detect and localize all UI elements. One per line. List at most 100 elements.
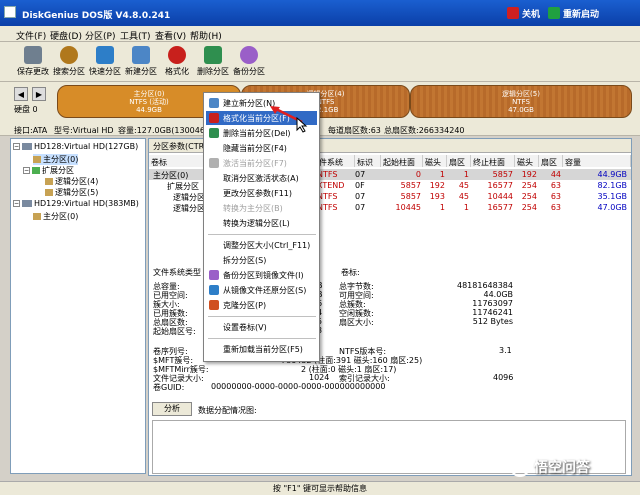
delete-icon <box>204 46 222 64</box>
blank-icon <box>209 218 219 228</box>
table-cell: 82.1GB <box>597 181 628 190</box>
table-cell: 16577 <box>487 203 513 212</box>
table-cell: 63 <box>550 181 561 190</box>
blank-icon <box>209 255 219 265</box>
col-sector-1[interactable]: 扇区 <box>447 155 471 167</box>
menu-tools[interactable]: 工具(T) <box>120 29 151 42</box>
table-cell: 5857 <box>492 170 513 179</box>
menu-view[interactable]: 查看(V) <box>155 29 186 42</box>
tree-logical-partition-5[interactable]: 逻辑分区(5) <box>45 187 98 198</box>
menu-item-label: 隐藏当前分区(F4) <box>223 143 287 153</box>
tree-extended-partition[interactable]: − 扩展分区 <box>23 165 74 176</box>
context-menu-item[interactable]: 克隆分区(P) <box>206 298 317 312</box>
menu-disk[interactable]: 硬盘(D) <box>50 29 82 42</box>
col-sector-2[interactable]: 扇区 <box>539 155 563 167</box>
partition-segment-5[interactable]: 逻辑分区(5) NTFS 47.0GB <box>410 85 632 118</box>
context-menu-item[interactable]: 调整分区大小(Ctrl_F11) <box>206 238 317 252</box>
tree-primary-partition-0[interactable]: 主分区(0) <box>33 154 79 165</box>
tree-logical-partition-4[interactable]: 逻辑分区(4) <box>45 176 98 187</box>
menu-partition[interactable]: 分区(P) <box>85 29 115 42</box>
context-menu-item[interactable]: 从镜像文件还原分区(S) <box>206 283 317 297</box>
context-menu-item[interactable]: 重新加载当前分区(F5) <box>206 342 317 356</box>
new-partition-icon <box>132 46 150 64</box>
context-menu-item[interactable]: 设置卷标(V) <box>206 320 317 334</box>
menu-item-label: 备份分区到镜像文件(I) <box>223 270 304 280</box>
col-filesystem[interactable]: 件系统 <box>317 155 355 167</box>
table-cell: 5857 <box>400 181 421 190</box>
table-cell: 47.0GB <box>597 203 628 212</box>
shutdown-button[interactable]: 关机 <box>507 6 540 20</box>
search-icon <box>60 46 78 64</box>
toolbar: 保存更改 搜索分区 快速分区 新建分区 格式化 删除分区 备份分区 <box>0 42 640 82</box>
table-cell: 1 <box>463 203 469 212</box>
table-cell: 0 <box>415 170 421 179</box>
collapse-icon[interactable]: − <box>13 143 20 150</box>
title-bar: DiskGenius DOS版 V4.8.0.241 关机 重新启动 <box>0 0 640 26</box>
collapse-icon[interactable]: − <box>13 200 20 207</box>
blank-icon <box>209 173 219 183</box>
menu-item-label: 激活当前分区(F7) <box>223 158 287 168</box>
disk-label: 硬盘 0 <box>14 105 38 114</box>
tree-disk-hd129[interactable]: − HD129:Virtual HD(383MB) <box>13 199 139 208</box>
analyze-button[interactable]: 分析 <box>152 402 192 416</box>
backup-partition-button[interactable]: 备份分区 <box>228 44 270 82</box>
tree-disk-hd128[interactable]: − HD128:Virtual HD(127GB) <box>13 142 138 151</box>
table-cell: 192 <box>429 181 445 190</box>
restart-button[interactable]: 重新启动 <box>548 6 599 20</box>
context-menu-item: 激活当前分区(F7) <box>206 156 317 170</box>
partition-icon <box>33 156 41 163</box>
context-menu-item[interactable]: 备份分区到镜像文件(I) <box>206 268 317 282</box>
info-value: 11746241 <box>472 308 513 317</box>
power-icon <box>507 7 519 19</box>
context-menu-item[interactable]: 隐藏当前分区(F4) <box>206 141 317 155</box>
tab-partition-params[interactable]: 分区参数(CTRL <box>153 141 209 152</box>
menu-item-label: 从镜像文件还原分区(S) <box>223 285 307 295</box>
col-id[interactable]: 标识 <box>355 155 381 167</box>
menu-help[interactable]: 帮助(H) <box>190 29 222 42</box>
col-end-cyl[interactable]: 终止柱面 <box>471 155 515 167</box>
app-icon <box>4 6 16 18</box>
context-menu-item[interactable]: 拆分分区(S) <box>206 253 317 267</box>
table-cell: 63 <box>550 203 561 212</box>
table-cell: NTFS <box>317 170 338 179</box>
table-cell: XTEND <box>317 181 345 190</box>
mouse-cursor-icon <box>296 117 308 133</box>
context-menu-item[interactable]: 更改分区参数(F11) <box>206 186 317 200</box>
menu-separator <box>208 234 316 235</box>
sectors-per-track-text: 每道扇区数:63 <box>328 126 381 135</box>
table-cell: 5857 <box>400 192 421 201</box>
menu-item-label: 转换为逻辑分区(L) <box>223 218 290 228</box>
table-cell: 07 <box>355 192 366 201</box>
model-text: 型号:Virtual HD <box>54 126 114 135</box>
info-value: 11763097 <box>472 299 513 308</box>
info-value: 512 Bytes <box>472 317 513 326</box>
menu-file[interactable]: 文件(F) <box>16 29 46 42</box>
prev-disk-button[interactable]: ◀ <box>14 87 28 101</box>
collapse-icon[interactable]: − <box>23 167 30 174</box>
info-value: 48181648384 <box>457 281 513 290</box>
table-cell: 07 <box>355 203 366 212</box>
table-cell: NTFS <box>317 192 338 201</box>
col-head-1[interactable]: 磁头 <box>423 155 447 167</box>
table-cell: 193 <box>429 192 445 201</box>
table-cell: 192 <box>521 170 537 179</box>
context-menu-item[interactable]: 转换为逻辑分区(L) <box>206 216 317 230</box>
col-start-cyl[interactable]: 起始柱面 <box>381 155 423 167</box>
col-capacity[interactable]: 容量 <box>563 155 631 167</box>
menu-item-label: 拆分分区(S) <box>223 255 267 265</box>
table-cell: 254 <box>521 192 537 201</box>
col-volume-label[interactable]: 卷标 <box>149 155 209 167</box>
context-menu-item[interactable]: 取消分区激活状态(A) <box>206 171 317 185</box>
blank-icon <box>209 344 219 354</box>
next-disk-button[interactable]: ▶ <box>32 87 46 101</box>
menu-item-label: 克隆分区(P) <box>223 300 267 310</box>
volume-label-label: 卷标: <box>341 268 360 277</box>
data-allocation-label: 数据分配情况图: <box>198 406 257 415</box>
col-head-2[interactable]: 磁头 <box>515 155 539 167</box>
fs-type-label: 文件系统类型 <box>153 268 201 277</box>
tree-hd129-primary-partition-0[interactable]: 主分区(0) <box>33 211 78 222</box>
table-cell: NTFS <box>317 203 338 212</box>
restore-icon <box>209 285 219 295</box>
wukong-logo-icon <box>510 457 530 477</box>
menu-separator <box>208 338 316 339</box>
